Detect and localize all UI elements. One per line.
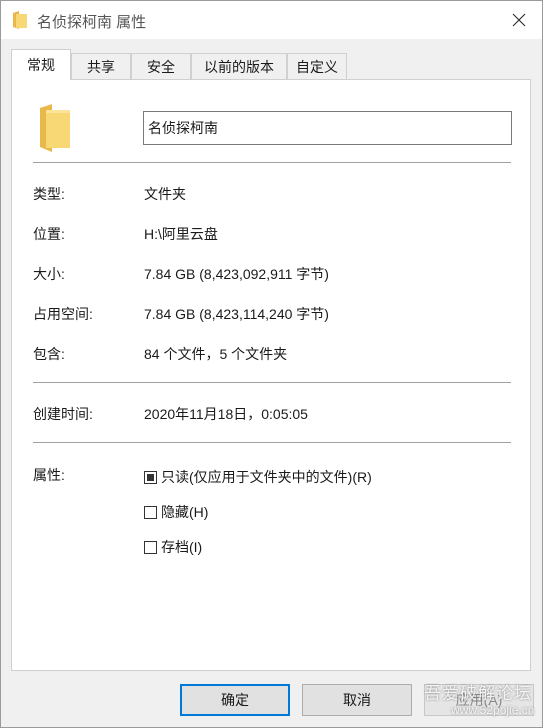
cancel-button[interactable]: 取消 xyxy=(302,684,412,716)
folder-icon xyxy=(13,11,27,29)
divider xyxy=(33,382,511,383)
size-value: 7.84 GB (8,423,092,911 字节) xyxy=(144,266,329,282)
properties-dialog: 名侦探柯南 属性 常规 共享 安全 以前的版本 自定义 名侦探柯南 类型: 文件… xyxy=(0,0,543,728)
type-value: 文件夹 xyxy=(144,186,186,202)
hidden-checkbox[interactable]: 隐藏(H) xyxy=(144,503,208,521)
hidden-label: 隐藏(H) xyxy=(161,504,209,520)
attributes-label: 属性: xyxy=(33,467,65,483)
archive-label: 存档(I) xyxy=(161,539,203,555)
location-label: 位置: xyxy=(33,226,65,242)
window-title: 名侦探柯南 属性 xyxy=(37,14,147,31)
readonly-label: 只读(仅应用于文件夹中的文件)(R) xyxy=(161,469,372,485)
tab-security[interactable]: 安全 xyxy=(131,53,191,79)
tab-general[interactable]: 常规 xyxy=(11,49,71,80)
divider xyxy=(33,162,511,163)
folder-name-input[interactable]: 名侦探柯南 xyxy=(143,111,512,145)
type-label: 类型: xyxy=(33,186,65,202)
tab-bar: 常规 共享 安全 以前的版本 自定义 xyxy=(11,49,531,80)
size-label: 大小: xyxy=(33,266,65,282)
contains-label: 包含: xyxy=(33,346,65,362)
checkbox-icon[interactable] xyxy=(144,505,157,519)
archive-checkbox[interactable]: 存档(I) xyxy=(144,538,202,556)
checkbox-icon[interactable] xyxy=(144,540,157,554)
checkbox-indeterminate-icon[interactable] xyxy=(144,470,157,484)
tab-sharing[interactable]: 共享 xyxy=(71,53,131,79)
divider xyxy=(33,442,511,443)
title-bar: 名侦探柯南 属性 xyxy=(1,1,542,39)
close-icon[interactable] xyxy=(504,6,534,34)
contains-value: 84 个文件，5 个文件夹 xyxy=(144,346,288,362)
watermark-text: 吾爱破解论坛 xyxy=(424,684,532,703)
tab-customize[interactable]: 自定义 xyxy=(287,53,347,79)
watermark-url: www.52pojie.cn xyxy=(451,703,535,717)
created-value: 2020年11月18日，0:05:05 xyxy=(144,406,308,422)
size-on-disk-label: 占用空间: xyxy=(33,306,93,322)
folder-icon xyxy=(40,104,70,152)
created-label: 创建时间: xyxy=(33,406,93,422)
ok-button[interactable]: 确定 xyxy=(180,684,290,716)
size-on-disk-value: 7.84 GB (8,423,114,240 字节) xyxy=(144,306,329,322)
readonly-checkbox[interactable]: 只读(仅应用于文件夹中的文件)(R) xyxy=(144,468,372,486)
location-value: H:\阿里云盘 xyxy=(144,226,218,242)
tab-previous-versions[interactable]: 以前的版本 xyxy=(191,53,287,79)
general-panel: 名侦探柯南 类型: 文件夹 位置: H:\阿里云盘 大小: 7.84 GB (8… xyxy=(11,79,531,671)
